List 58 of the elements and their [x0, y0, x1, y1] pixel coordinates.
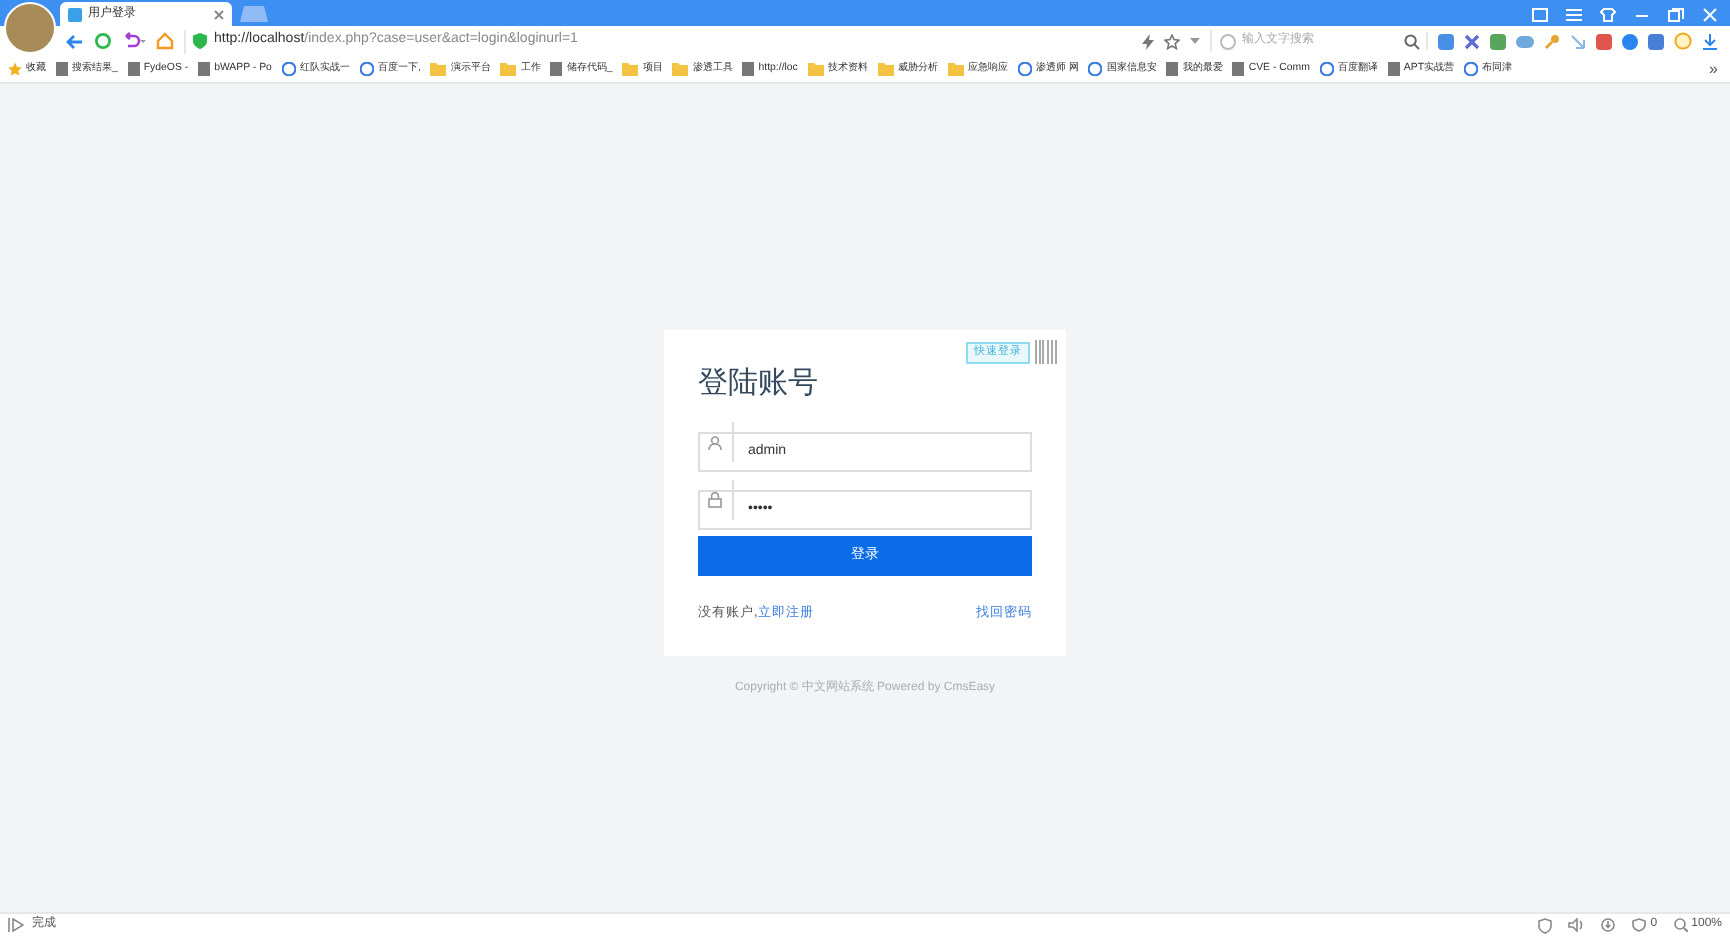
login-title: 登陆账号: [698, 366, 820, 402]
dropdown-icon[interactable]: [1190, 37, 1200, 45]
page-icon: [56, 61, 68, 76]
page-icon: [1166, 61, 1179, 76]
page-icon: [198, 61, 211, 76]
cross-icon[interactable]: [1464, 33, 1480, 49]
globe-icon: [1319, 61, 1334, 76]
extension-icon[interactable]: [1490, 33, 1506, 49]
user-icon: [708, 435, 722, 449]
star-icon[interactable]: [1164, 33, 1180, 49]
search-icon[interactable]: [1404, 33, 1420, 49]
folder-icon: [500, 61, 517, 76]
folder-icon: [430, 61, 447, 76]
page-icon: [742, 61, 755, 76]
home-icon[interactable]: [156, 32, 174, 50]
shield-icon[interactable]: [1538, 917, 1553, 933]
page-icon: [550, 61, 563, 76]
page-icon: [1387, 61, 1400, 76]
back-icon[interactable]: [66, 33, 84, 49]
folder-icon: [877, 61, 894, 76]
folder-icon: [622, 61, 639, 76]
page-icon: [127, 61, 140, 76]
shirt-icon[interactable]: [1600, 7, 1616, 21]
cloud-icon[interactable]: [1516, 35, 1534, 47]
globe-icon: [1464, 61, 1478, 76]
page-icon: [1232, 61, 1245, 76]
globe-icon: [1088, 61, 1103, 76]
key-icon[interactable]: [1544, 33, 1560, 49]
extension-icon[interactable]: [1438, 33, 1454, 49]
search-engine-icon: [1220, 33, 1236, 49]
block-icon[interactable]: [1632, 918, 1647, 932]
zoom-icon[interactable]: [1673, 918, 1688, 932]
restore-icon[interactable]: [1668, 7, 1684, 21]
folder-icon: [672, 61, 689, 76]
avatar[interactable]: [4, 2, 56, 54]
lock-icon: [708, 492, 722, 508]
undo-icon[interactable]: [122, 32, 146, 50]
menu-icon[interactable]: [1566, 7, 1582, 21]
lightning-icon[interactable]: [1142, 33, 1154, 49]
window-icon[interactable]: [1532, 7, 1548, 21]
globe-icon: [1017, 61, 1032, 76]
speaker-icon[interactable]: [1568, 918, 1585, 932]
sidebar-toggle-icon[interactable]: [8, 918, 24, 932]
star-icon: [8, 61, 22, 76]
download-icon[interactable]: [1600, 918, 1617, 932]
barcode-icon[interactable]: [1034, 340, 1058, 364]
folder-icon: [947, 61, 964, 76]
close-icon[interactable]: [214, 9, 224, 19]
globe-icon: [359, 61, 374, 76]
refresh-icon[interactable]: [94, 32, 112, 50]
shield-icon[interactable]: [192, 32, 208, 50]
new-tab-icon[interactable]: [240, 6, 268, 22]
arrow-icon[interactable]: [1570, 33, 1586, 49]
globe-icon: [281, 61, 296, 76]
folder-icon: [807, 61, 824, 76]
more-bookmarks-button[interactable]: »: [1709, 57, 1718, 81]
page-icon: [68, 7, 82, 21]
download-icon[interactable]: [1702, 33, 1718, 49]
